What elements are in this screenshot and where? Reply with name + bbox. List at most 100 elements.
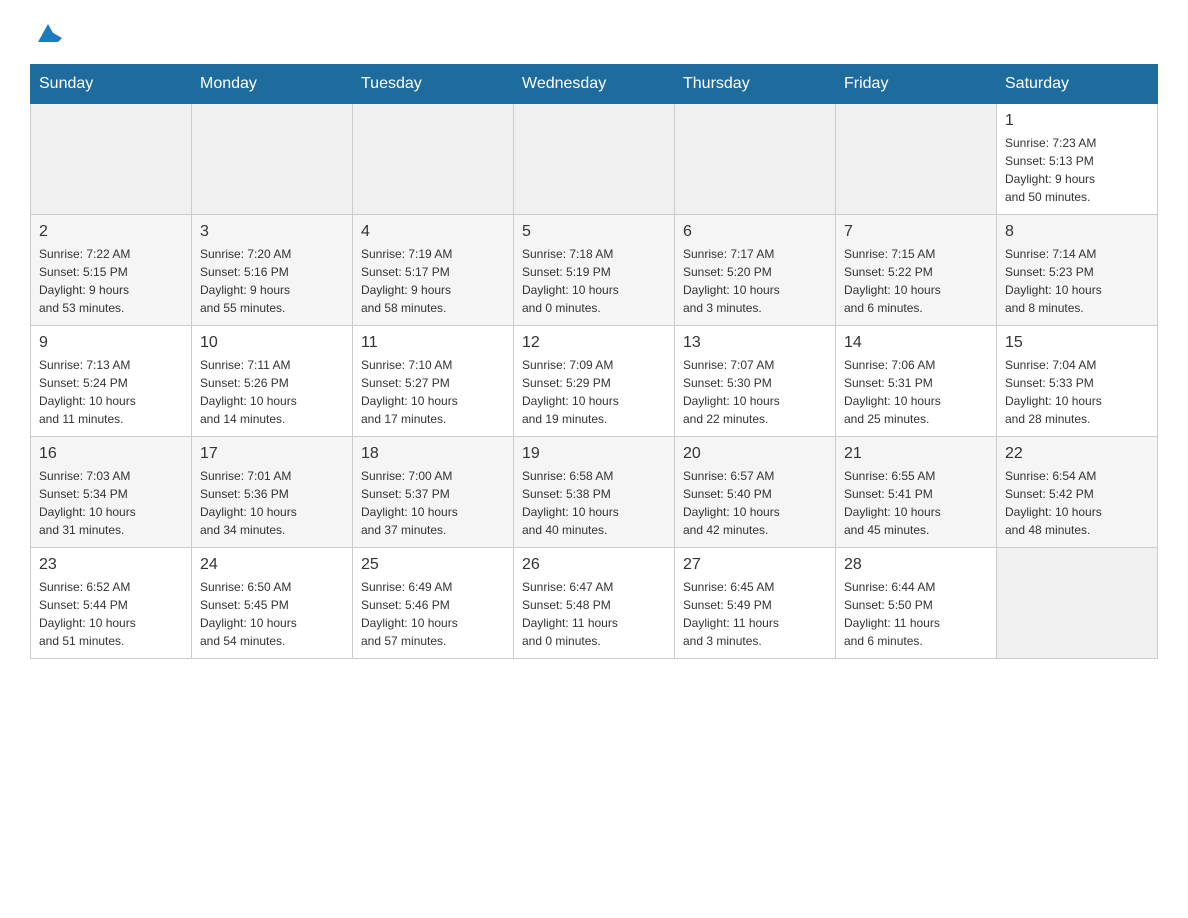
day-number: 6 [683,223,827,241]
calendar-cell: 18 Sunrise: 7:00 AM Sunset: 5:37 PM Dayli… [353,437,514,548]
day-info: Sunrise: 6:58 AM Sunset: 5:38 PM Dayligh… [522,467,666,539]
calendar-cell: 12Sunrise: 7:09 AM Sunset: 5:29 PM Dayli… [514,326,675,437]
day-number: 10 [200,334,344,352]
day-number: 11 [361,334,505,352]
calendar-cell: 6 Sunrise: 7:17 AM Sunset: 5:20 PM Daylig… [675,215,836,326]
day-info: Sunrise: 7:00 AM Sunset: 5:37 PM Dayligh… [361,467,505,539]
day-info: Sunrise: 6:45 AM Sunset: 5:49 PM Dayligh… [683,578,827,650]
calendar-cell: 24 Sunrise: 6:50 AM Sunset: 5:45 PM Dayli… [192,548,353,659]
weekday-header-sunday: Sunday [31,65,192,104]
calendar-week-row: 23 Sunrise: 6:52 AM Sunset: 5:44 PM Dayli… [31,548,1158,659]
logo [30,20,62,44]
calendar-cell: 21Sunrise: 6:55 AM Sunset: 5:41 PM Dayli… [836,437,997,548]
calendar-cell: 27 Sunrise: 6:45 AM Sunset: 5:49 PM Dayli… [675,548,836,659]
day-info: Sunrise: 6:49 AM Sunset: 5:46 PM Dayligh… [361,578,505,650]
calendar-cell: 4 Sunrise: 7:19 AM Sunset: 5:17 PM Daylig… [353,215,514,326]
day-info: Sunrise: 7:19 AM Sunset: 5:17 PM Dayligh… [361,245,505,317]
day-number: 25 [361,556,505,574]
day-number: 1 [1005,112,1149,130]
day-number: 24 [200,556,344,574]
calendar-cell: 10 Sunrise: 7:11 AM Sunset: 5:26 PM Dayli… [192,326,353,437]
day-info: Sunrise: 7:14 AM Sunset: 5:23 PM Dayligh… [1005,245,1149,317]
weekday-header-thursday: Thursday [675,65,836,104]
calendar-cell [514,104,675,215]
day-number: 14 [844,334,988,352]
calendar-cell: 9 Sunrise: 7:13 AM Sunset: 5:24 PM Daylig… [31,326,192,437]
weekday-header-tuesday: Tuesday [353,65,514,104]
calendar-cell: 3 Sunrise: 7:20 AM Sunset: 5:16 PM Daylig… [192,215,353,326]
calendar-table: SundayMondayTuesdayWednesdayThursdayFrid… [30,64,1158,659]
day-number: 21 [844,445,988,463]
calendar-cell: 11 Sunrise: 7:10 AM Sunset: 5:27 PM Dayli… [353,326,514,437]
day-number: 16 [39,445,183,463]
weekday-header-monday: Monday [192,65,353,104]
day-info: Sunrise: 7:18 AM Sunset: 5:19 PM Dayligh… [522,245,666,317]
calendar-cell: 26 Sunrise: 6:47 AM Sunset: 5:48 PM Dayli… [514,548,675,659]
day-info: Sunrise: 7:06 AM Sunset: 5:31 PM Dayligh… [844,356,988,428]
weekday-header-saturday: Saturday [997,65,1158,104]
day-info: Sunrise: 7:10 AM Sunset: 5:27 PM Dayligh… [361,356,505,428]
calendar-week-row: 16 Sunrise: 7:03 AM Sunset: 5:34 PM Dayli… [31,437,1158,548]
calendar-cell: 22 Sunrise: 6:54 AM Sunset: 5:42 PM Dayli… [997,437,1158,548]
calendar-cell: 28 Sunrise: 6:44 AM Sunset: 5:50 PM Dayli… [836,548,997,659]
calendar-cell: 1 Sunrise: 7:23 AM Sunset: 5:13 PM Daylig… [997,104,1158,215]
day-number: 7 [844,223,988,241]
day-number: 19 [522,445,666,463]
day-info: Sunrise: 7:03 AM Sunset: 5:34 PM Dayligh… [39,467,183,539]
day-number: 26 [522,556,666,574]
calendar-cell: 17 Sunrise: 7:01 AM Sunset: 5:36 PM Dayli… [192,437,353,548]
calendar-cell: 8 Sunrise: 7:14 AM Sunset: 5:23 PM Daylig… [997,215,1158,326]
day-number: 23 [39,556,183,574]
day-info: Sunrise: 6:44 AM Sunset: 5:50 PM Dayligh… [844,578,988,650]
day-info: Sunrise: 6:52 AM Sunset: 5:44 PM Dayligh… [39,578,183,650]
logo-icon [34,20,62,44]
day-info: Sunrise: 7:22 AM Sunset: 5:15 PM Dayligh… [39,245,183,317]
day-info: Sunrise: 7:23 AM Sunset: 5:13 PM Dayligh… [1005,134,1149,206]
day-info: Sunrise: 6:54 AM Sunset: 5:42 PM Dayligh… [1005,467,1149,539]
calendar-cell: 16 Sunrise: 7:03 AM Sunset: 5:34 PM Dayli… [31,437,192,548]
day-info: Sunrise: 7:01 AM Sunset: 5:36 PM Dayligh… [200,467,344,539]
calendar-cell: 2 Sunrise: 7:22 AM Sunset: 5:15 PM Daylig… [31,215,192,326]
day-info: Sunrise: 7:11 AM Sunset: 5:26 PM Dayligh… [200,356,344,428]
day-number: 3 [200,223,344,241]
day-number: 2 [39,223,183,241]
calendar-cell [192,104,353,215]
day-info: Sunrise: 7:04 AM Sunset: 5:33 PM Dayligh… [1005,356,1149,428]
calendar-cell: 14 Sunrise: 7:06 AM Sunset: 5:31 PM Dayli… [836,326,997,437]
calendar-cell: 13 Sunrise: 7:07 AM Sunset: 5:30 PM Dayli… [675,326,836,437]
day-number: 18 [361,445,505,463]
day-info: Sunrise: 7:17 AM Sunset: 5:20 PM Dayligh… [683,245,827,317]
day-info: Sunrise: 7:20 AM Sunset: 5:16 PM Dayligh… [200,245,344,317]
weekday-header-friday: Friday [836,65,997,104]
day-number: 27 [683,556,827,574]
day-info: Sunrise: 6:47 AM Sunset: 5:48 PM Dayligh… [522,578,666,650]
calendar-cell: 20Sunrise: 6:57 AM Sunset: 5:40 PM Dayli… [675,437,836,548]
page-header [30,20,1158,44]
day-number: 4 [361,223,505,241]
day-info: Sunrise: 7:09 AM Sunset: 5:29 PM Dayligh… [522,356,666,428]
calendar-week-row: 1 Sunrise: 7:23 AM Sunset: 5:13 PM Daylig… [31,104,1158,215]
day-info: Sunrise: 7:13 AM Sunset: 5:24 PM Dayligh… [39,356,183,428]
calendar-week-row: 2 Sunrise: 7:22 AM Sunset: 5:15 PM Daylig… [31,215,1158,326]
calendar-cell: 23 Sunrise: 6:52 AM Sunset: 5:44 PM Dayli… [31,548,192,659]
day-number: 17 [200,445,344,463]
calendar-cell [675,104,836,215]
day-number: 8 [1005,223,1149,241]
day-number: 28 [844,556,988,574]
day-info: Sunrise: 6:57 AM Sunset: 5:40 PM Dayligh… [683,467,827,539]
calendar-cell: 7Sunrise: 7:15 AM Sunset: 5:22 PM Daylig… [836,215,997,326]
calendar-cell: 25 Sunrise: 6:49 AM Sunset: 5:46 PM Dayli… [353,548,514,659]
day-number: 9 [39,334,183,352]
calendar-cell: 15 Sunrise: 7:04 AM Sunset: 5:33 PM Dayli… [997,326,1158,437]
calendar-week-row: 9 Sunrise: 7:13 AM Sunset: 5:24 PM Daylig… [31,326,1158,437]
calendar-cell [353,104,514,215]
calendar-cell [31,104,192,215]
day-number: 13 [683,334,827,352]
day-number: 22 [1005,445,1149,463]
calendar-cell [836,104,997,215]
day-number: 15 [1005,334,1149,352]
day-info: Sunrise: 7:07 AM Sunset: 5:30 PM Dayligh… [683,356,827,428]
day-info: Sunrise: 6:50 AM Sunset: 5:45 PM Dayligh… [200,578,344,650]
calendar-cell [997,548,1158,659]
calendar-cell: 19 Sunrise: 6:58 AM Sunset: 5:38 PM Dayli… [514,437,675,548]
